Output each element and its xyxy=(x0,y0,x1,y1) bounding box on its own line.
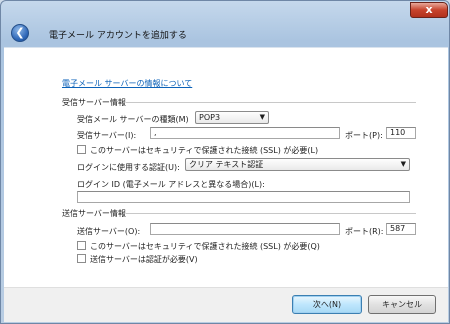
login-id-label: ログイン ID (電子メール アドレスと異なる場合)(L): xyxy=(77,180,265,189)
auth-method-label: ログインに使用する認証(U): xyxy=(77,163,180,172)
server-info-help-link[interactable]: 電子メール サーバーの情報について xyxy=(62,78,192,89)
dialog-footer: 次へ(N) キャンセル xyxy=(4,287,448,322)
incoming-server-type-label: 受信メール サーバーの種類(M) xyxy=(77,115,189,124)
chevron-down-icon: ▼ xyxy=(259,113,265,121)
incoming-port-input[interactable]: 110 xyxy=(386,127,416,139)
outgoing-ssl-label: このサーバーはセキュリティで保護された接続 (SSL) が必要(Q) xyxy=(90,242,320,251)
outgoing-server-input[interactable] xyxy=(150,223,340,235)
outgoing-server-label: 送信サーバー(O): xyxy=(77,227,141,236)
incoming-ssl-label: このサーバーはセキュリティで保護された接続 (SSL) が必要(L) xyxy=(90,146,319,155)
outgoing-port-label: ポート(R): xyxy=(345,227,384,236)
incoming-ssl-checkbox[interactable] xyxy=(77,145,86,154)
outgoing-auth-required-checkbox[interactable] xyxy=(77,254,86,263)
incoming-server-type-value: POP3 xyxy=(199,113,221,122)
auth-method-select[interactable]: クリア テキスト認証 ▼ xyxy=(185,158,410,171)
window-title: 電子メール アカウントを追加する xyxy=(49,31,187,41)
incoming-server-input[interactable]: , xyxy=(150,127,340,139)
auth-method-value: クリア テキスト認証 xyxy=(189,160,264,169)
chevron-down-icon: ▼ xyxy=(400,160,406,168)
dialog-content: 電子メール サーバーの情報について 受信サーバー情報 受信メール サーバーの種類… xyxy=(4,47,448,287)
dialog-window: x ❮ 電子メール アカウントを追加する 電子メール サーバーの情報について 受… xyxy=(0,0,450,324)
dialog-header: ❮ 電子メール アカウントを追加する xyxy=(4,19,448,47)
outgoing-ssl-checkbox[interactable] xyxy=(77,241,86,250)
outgoing-port-input[interactable]: 587 xyxy=(386,223,416,235)
back-button[interactable]: ❮ xyxy=(11,24,29,42)
cancel-button[interactable]: キャンセル xyxy=(368,295,436,314)
outgoing-section-heading: 送信サーバー情報 xyxy=(62,209,126,218)
close-button[interactable]: x xyxy=(410,2,448,18)
incoming-section-heading: 受信サーバー情報 xyxy=(62,98,126,107)
incoming-server-type-select[interactable]: POP3 ▼ xyxy=(195,111,269,124)
incoming-port-label: ポート(P): xyxy=(345,131,383,140)
incoming-section-divider xyxy=(126,102,416,103)
incoming-server-label: 受信サーバー(I): xyxy=(77,131,137,140)
back-arrow-icon: ❮ xyxy=(15,26,25,39)
outgoing-section-divider xyxy=(126,213,416,214)
login-id-input[interactable] xyxy=(77,191,410,203)
next-button[interactable]: 次へ(N) xyxy=(292,295,362,314)
outgoing-auth-required-label: 送信サーバーは認証が必要(V) xyxy=(90,255,198,264)
